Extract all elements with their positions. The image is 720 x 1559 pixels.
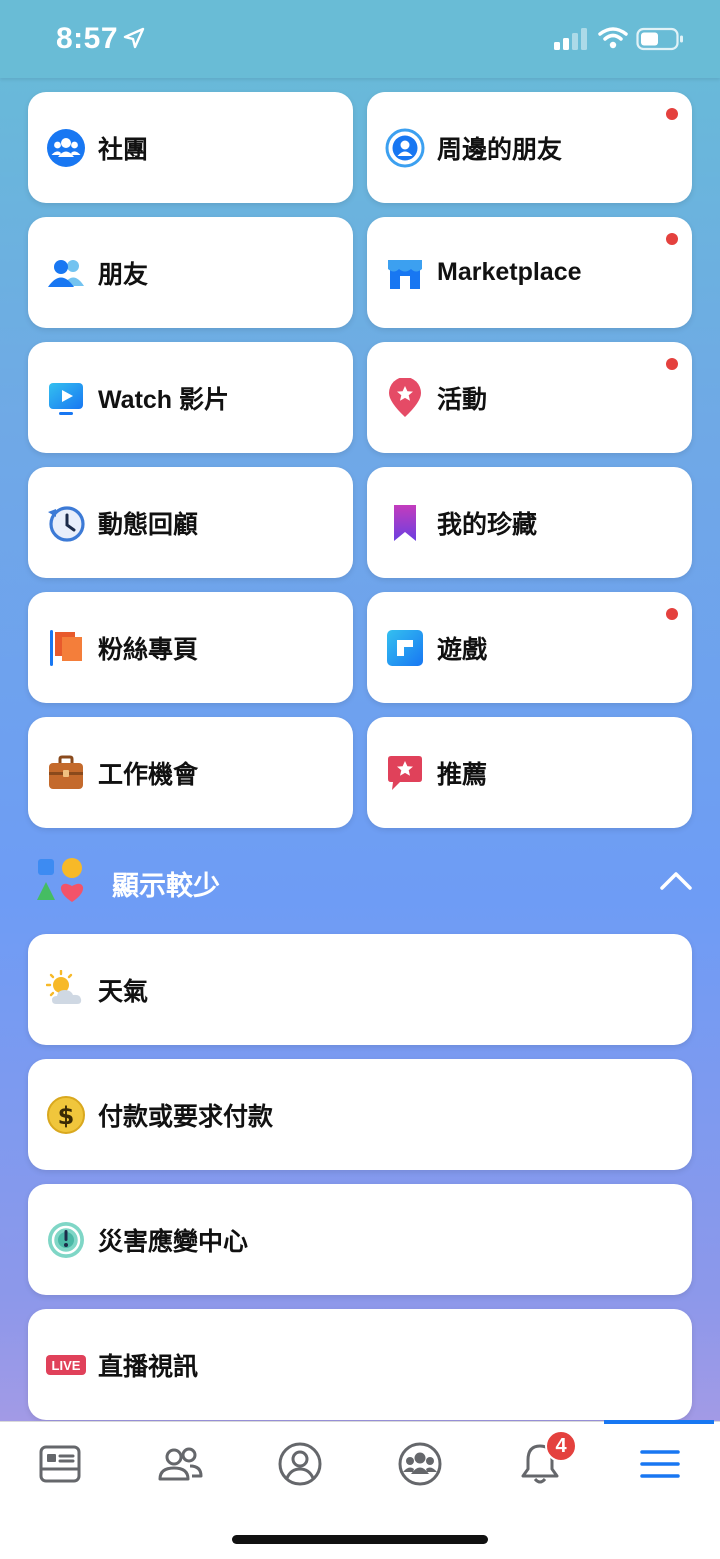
- nearby-friends-icon: [385, 128, 425, 168]
- shortcut-jobs[interactable]: 工作機會: [28, 717, 353, 828]
- menu-icon[interactable]: [632, 1436, 688, 1492]
- shortcut-memories[interactable]: 動態回顧: [28, 467, 353, 578]
- weather-icon: [46, 969, 86, 1010]
- shortcut-label: 粉絲專頁: [98, 635, 199, 664]
- saved-icon: [385, 503, 425, 543]
- shapes-icon: [37, 858, 84, 902]
- friends-icon: [46, 253, 86, 293]
- memories-icon: [46, 503, 86, 543]
- shortcut-label: 我的珍藏: [437, 510, 538, 539]
- notification-dot: [666, 233, 678, 245]
- home-indicator[interactable]: [232, 1535, 488, 1544]
- shortcut-groups[interactable]: 社團: [28, 92, 353, 203]
- shortcut-label: 社團: [98, 135, 149, 164]
- shortcut-label: 活動: [437, 385, 488, 414]
- shortcut-friends[interactable]: 朋友: [28, 217, 353, 328]
- shortcut-events[interactable]: 活動: [367, 342, 692, 453]
- shortcut-label: 推薦: [437, 760, 488, 789]
- shortcut-marketplace[interactable]: Marketplace: [367, 217, 692, 328]
- friends-tab-icon[interactable]: [152, 1436, 208, 1492]
- active-tab-indicator: [604, 1420, 714, 1424]
- wifi-icon: [598, 27, 628, 49]
- show-less-toggle[interactable]: 顯示較少: [34, 856, 698, 906]
- gaming-icon: [385, 628, 425, 668]
- groups-tab-icon[interactable]: [392, 1436, 448, 1492]
- status-time: 8:57: [56, 22, 119, 55]
- menu-item-live-video[interactable]: LIVE 直播視訊: [28, 1309, 692, 1420]
- shortcut-label: Marketplace: [437, 258, 582, 286]
- menu-item-label: 付款或要求付款: [98, 1102, 274, 1131]
- notification-dot: [666, 358, 678, 370]
- pages-icon: [46, 628, 86, 668]
- battery-icon: [636, 27, 683, 51]
- shortcut-nearby-friends[interactable]: 周邊的朋友: [367, 92, 692, 203]
- marketplace-icon: [385, 253, 425, 293]
- events-icon: [385, 377, 425, 418]
- svg-text:$: $: [58, 1102, 75, 1130]
- profile-icon[interactable]: [272, 1436, 328, 1492]
- live-video-icon: LIVE: [46, 1345, 86, 1385]
- shortcut-recommendations[interactable]: 推薦: [367, 717, 692, 828]
- menu-item-label: 天氣: [98, 977, 149, 1006]
- shortcut-saved[interactable]: 我的珍藏: [367, 467, 692, 578]
- show-less-label: 顯示較少: [112, 871, 220, 901]
- menu-item-label: 直播視訊: [98, 1352, 199, 1381]
- menu-item-label: 災害應變中心: [98, 1227, 249, 1256]
- menu-item-payments[interactable]: $ 付款或要求付款: [28, 1059, 692, 1170]
- live-badge-text: LIVE: [52, 1358, 81, 1373]
- chevron-up-icon: [660, 872, 692, 890]
- shortcut-label: 工作機會: [98, 760, 199, 789]
- news-feed-icon[interactable]: [32, 1436, 88, 1492]
- shortcut-gaming[interactable]: 遊戲: [367, 592, 692, 703]
- recommendations-icon: [385, 753, 425, 793]
- menu-item-crisis-response[interactable]: 災害應變中心: [28, 1184, 692, 1295]
- jobs-icon: [46, 753, 86, 793]
- notification-count-badge: 4: [545, 1430, 577, 1462]
- crisis-response-icon: [46, 1220, 86, 1260]
- watch-icon: [46, 378, 86, 418]
- menu-item-weather[interactable]: 天氣: [28, 934, 692, 1045]
- shortcut-label: 遊戲: [437, 635, 488, 664]
- shortcut-label: Watch 影片: [98, 385, 230, 414]
- location-arrow-icon: [123, 27, 145, 49]
- cellular-signal-icon: [554, 28, 587, 50]
- shortcut-watch[interactable]: Watch 影片: [28, 342, 353, 453]
- shortcut-pages[interactable]: 粉絲專頁: [28, 592, 353, 703]
- shortcut-label: 朋友: [98, 260, 149, 289]
- shortcut-label: 周邊的朋友: [437, 135, 563, 164]
- notification-dot: [666, 608, 678, 620]
- notification-dot: [666, 108, 678, 120]
- shortcut-label: 動態回顧: [98, 510, 199, 539]
- groups-icon: [46, 128, 86, 168]
- status-bar: 8:57: [0, 0, 720, 78]
- payments-icon: $: [46, 1095, 86, 1135]
